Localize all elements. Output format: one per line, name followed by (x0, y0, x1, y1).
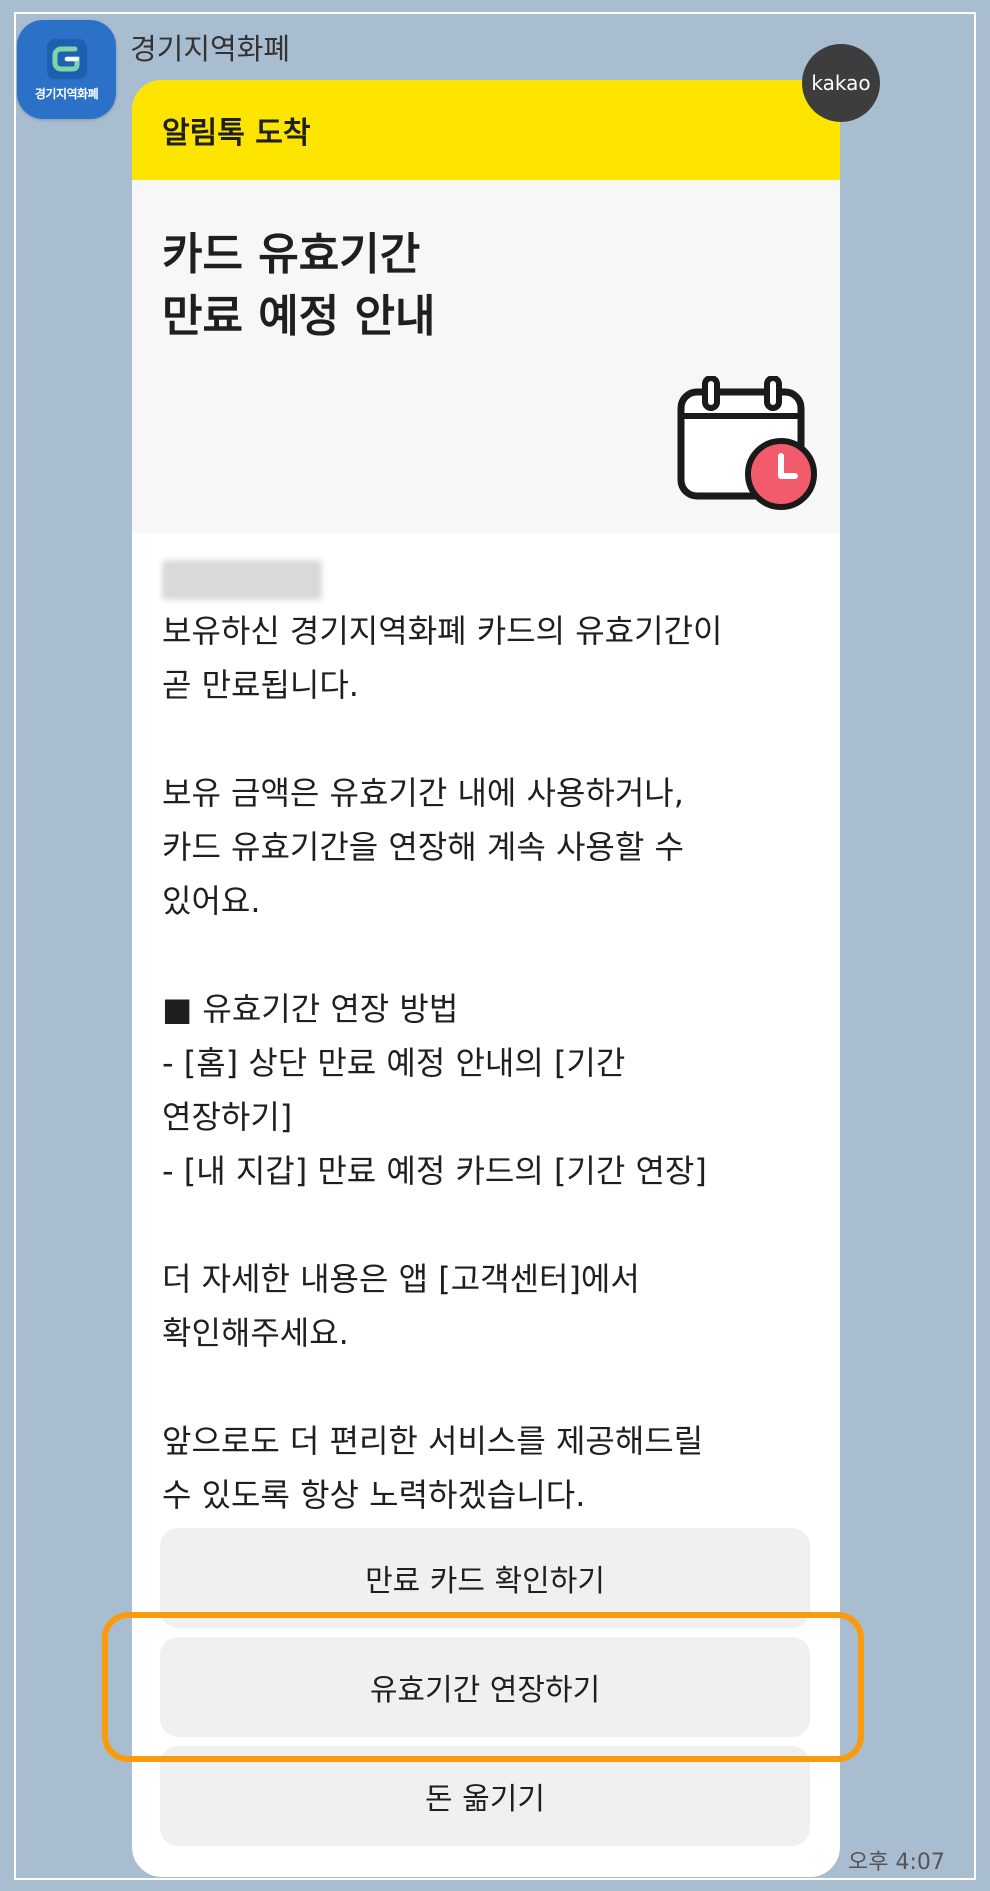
body-gap (162, 712, 822, 766)
body-gap (162, 1360, 822, 1414)
body-line: 앞으로도 더 편리한 서비스를 제공해드릴 (162, 1422, 704, 1460)
body-line: 보유하신 경기지역화폐 카드의 유효기간이 (162, 612, 723, 650)
title-area: 카드 유효기간 만료 예정 안내 (132, 180, 840, 533)
message-timestamp: 오후 4:07 (848, 1850, 945, 1875)
body-line: 수 있도록 항상 노력하겠습니다. (162, 1476, 586, 1514)
calendar-clock-icon (677, 376, 817, 510)
message-title-line-2: 만료 예정 안내 (162, 291, 436, 342)
check-expiring-card-button[interactable]: 만료 카드 확인하기 (160, 1528, 810, 1628)
body-line: 확인해주세요. (162, 1314, 349, 1352)
transfer-money-button[interactable]: 돈 옮기기 (160, 1746, 810, 1846)
message-body: 보유하신 경기지역화폐 카드의 유효기간이 곧 만료됩니다. 보유 금액은 유효… (162, 604, 822, 1522)
message-title: 카드 유효기간 만료 예정 안내 (162, 224, 436, 348)
extend-validity-button[interactable]: 유효기간 연장하기 (160, 1637, 810, 1737)
body-line: ■ 유효기간 연장 방법 (162, 990, 459, 1028)
kakao-badge: kakao (802, 44, 880, 122)
sender-name: 경기지역화폐 (130, 32, 291, 66)
body-line: - [홈] 상단 만료 예정 안내의 [기간 (162, 1044, 626, 1082)
body-line: - [내 지갑] 만료 예정 카드의 [기간 연장] (162, 1152, 707, 1190)
body-line: 있어요. (162, 882, 261, 920)
message-bubble: 알림톡 도착 카드 유효기간 만료 예정 안내 보유하신 경기지역화폐 카드의 … (132, 80, 840, 1877)
body-line: 보유 금액은 유효기간 내에 사용하거나, (162, 774, 684, 812)
body-gap (162, 928, 822, 982)
body-line: 카드 유효기간을 연장해 계속 사용할 수 (162, 828, 684, 866)
body-gap (162, 1198, 822, 1252)
blurred-recipient (162, 560, 322, 600)
body-line: 곧 만료됩니다. (162, 666, 359, 704)
gyeonggi-currency-logo-icon (46, 39, 87, 79)
avatar-label: 경기지역화폐 (34, 87, 99, 101)
sender-avatar[interactable]: 경기지역화폐 (17, 20, 116, 119)
message-title-line-1: 카드 유효기간 (162, 229, 421, 280)
message-header-label: 알림톡 도착 (162, 116, 311, 151)
message-header: 알림톡 도착 (132, 80, 840, 180)
body-line: 연장하기] (162, 1098, 293, 1136)
body-line: 더 자세한 내용은 앱 [고객센터]에서 (162, 1260, 640, 1298)
